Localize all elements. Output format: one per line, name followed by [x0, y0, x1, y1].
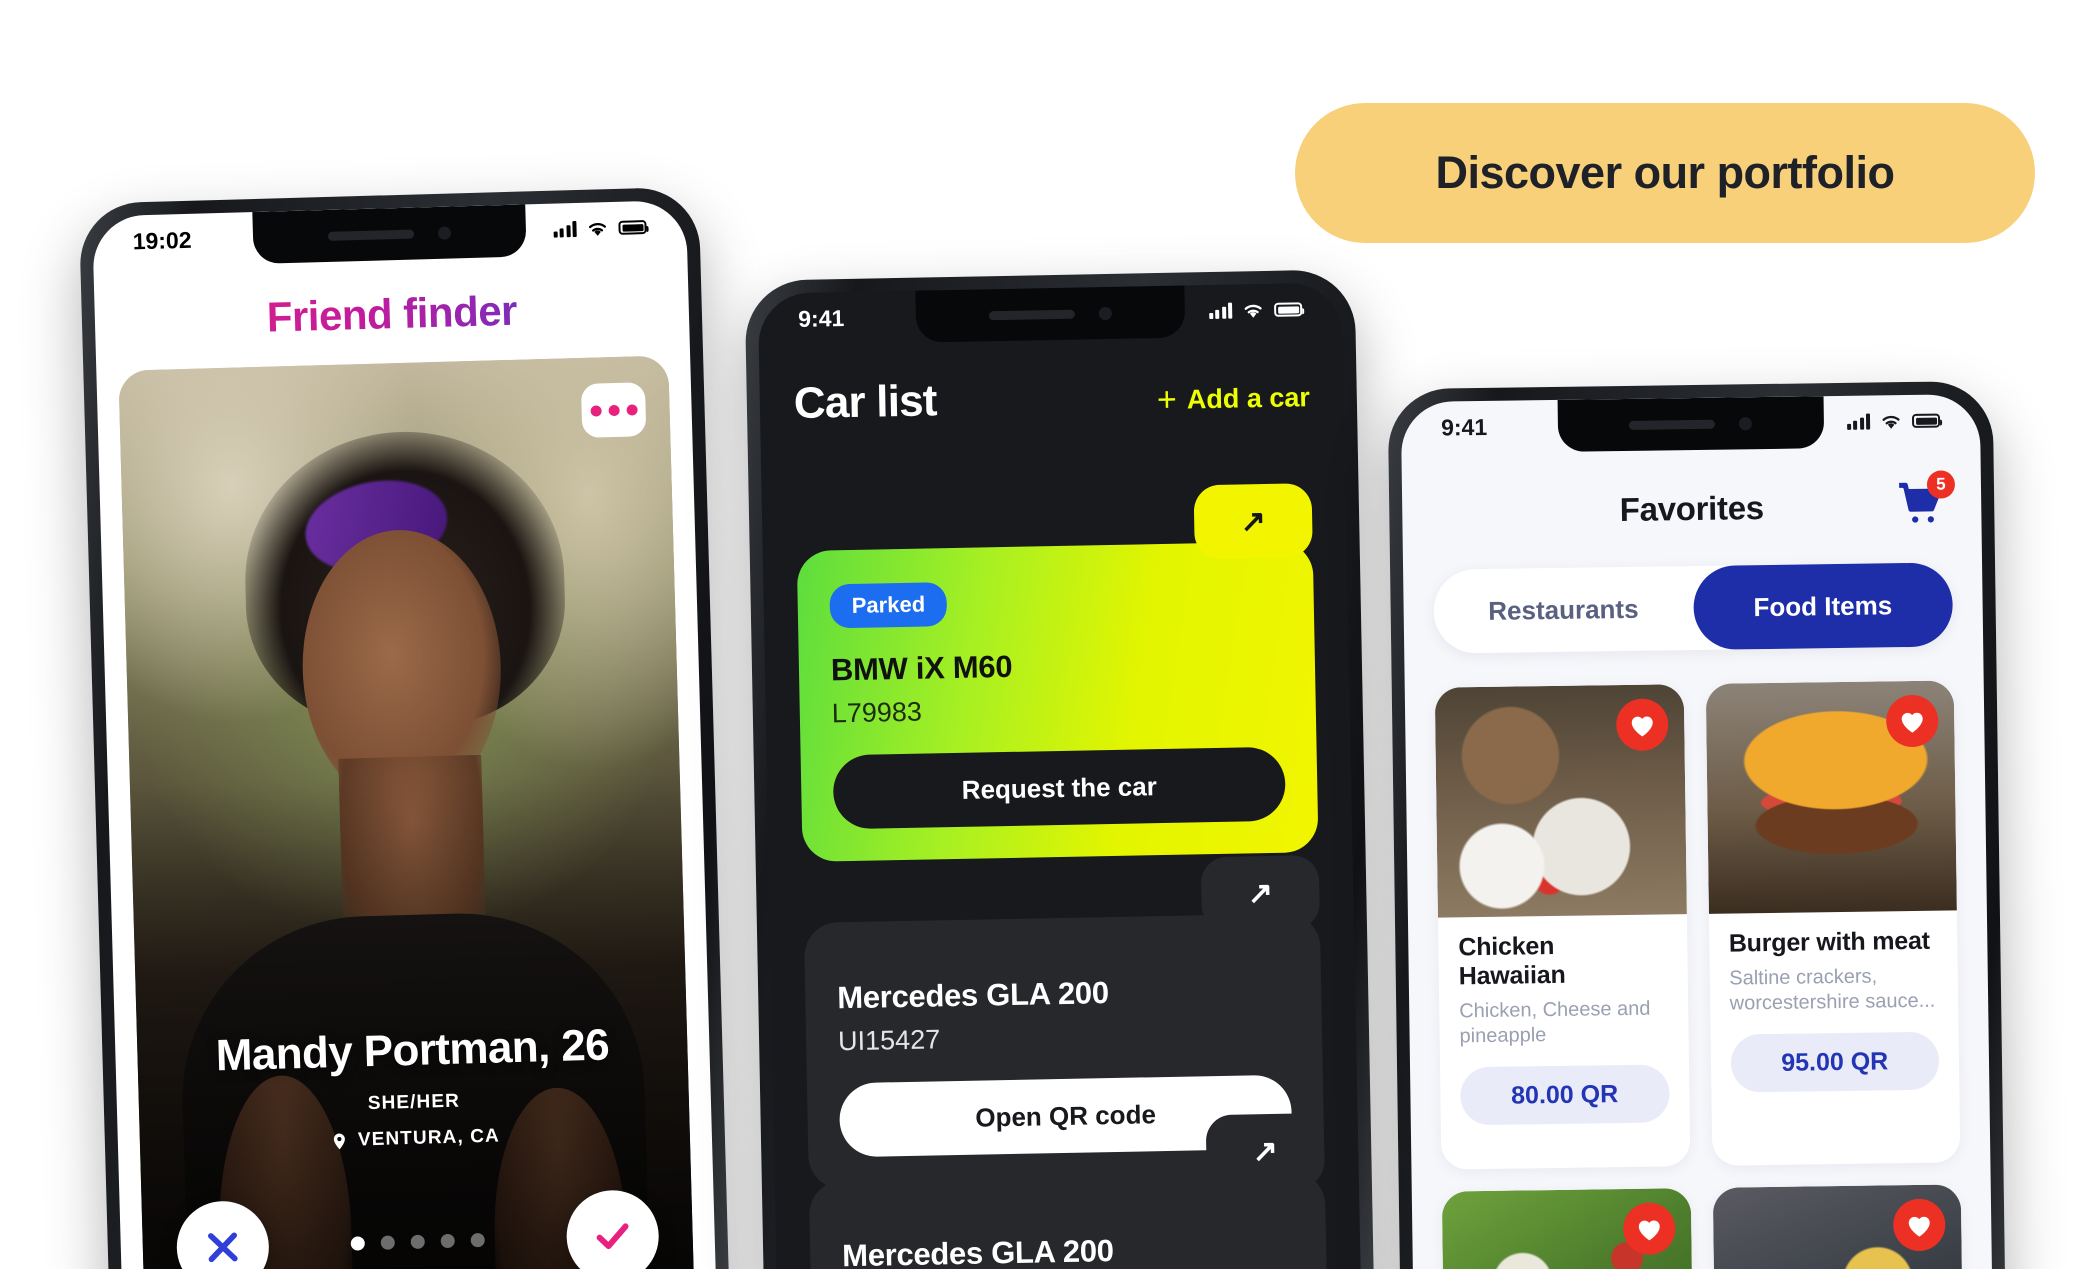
favorite-button[interactable]	[1892, 1198, 1946, 1252]
favorite-button[interactable]	[1885, 694, 1939, 748]
phone-favorites: 9:41 Favorites 5 Restaurants Food Items …	[1387, 380, 2008, 1269]
food-photo	[1441, 1188, 1694, 1269]
tab-food-items[interactable]: Food Items	[1692, 562, 1954, 651]
earpiece-speaker	[988, 309, 1075, 320]
battery-icon	[1911, 413, 1941, 428]
food-photo	[1712, 1184, 1964, 1269]
favorite-button[interactable]	[1615, 698, 1669, 752]
phone-screen: 9:41 Favorites 5 Restaurants Food Items …	[1400, 394, 1995, 1269]
food-grid: Chicken Hawaiian Chicken, Cheese and pin…	[1434, 680, 1965, 1269]
heart-icon	[1901, 712, 1923, 733]
reject-button[interactable]	[175, 1200, 271, 1269]
car-card[interactable]: ↗ Parked BMW iX M60 L79983 Request the c…	[796, 483, 1319, 862]
wifi-icon	[1244, 304, 1262, 318]
car-list-header: Car list + Add a car	[793, 369, 1310, 429]
car-plate: L79983	[831, 696, 923, 729]
food-card[interactable]: Chicken Hawaiian Chicken, Cheese and pin…	[1434, 684, 1690, 1170]
discover-portfolio-badge[interactable]: Discover our portfolio	[1295, 103, 2035, 243]
food-name: Burger with meat	[1728, 926, 1931, 958]
front-camera	[437, 226, 452, 240]
earpiece-speaker	[328, 229, 415, 241]
signal-bars-icon	[1208, 302, 1233, 320]
battery-icon	[618, 220, 647, 235]
food-card[interactable]: Burger with meat Saltine crackers, worce…	[1705, 680, 1961, 1166]
car-name: Mercedes GLA 200	[841, 1233, 1114, 1269]
food-description: Chicken, Cheese and pineapple	[1459, 997, 1651, 1048]
heart-icon	[1908, 1216, 1930, 1237]
profile-pronouns: SHE/HER	[367, 1090, 461, 1115]
food-price[interactable]: 95.00 QR	[1730, 1031, 1940, 1093]
status-time: 9:41	[797, 304, 845, 332]
battery-icon	[1274, 302, 1303, 317]
food-photo	[1705, 680, 1957, 914]
phone-car-list: 9:41 Car list + Add a car ↗ Parked BMW i…	[744, 269, 1376, 1269]
wifi-icon	[588, 222, 607, 236]
profile-info: Mandy Portman, 26 SHE/HER VENTURA, CA	[137, 1018, 690, 1157]
profile-card[interactable]: Mandy Portman, 26 SHE/HER VENTURA, CA	[118, 355, 696, 1269]
map-pin-icon	[333, 1133, 345, 1149]
food-info: Chicken Hawaiian Chicken, Cheese and pin…	[1438, 914, 1690, 1145]
cart-button[interactable]: 5	[1893, 470, 1956, 529]
food-photo	[1434, 684, 1687, 918]
showcase-canvas: Discover our portfolio 19:02 Friend find…	[0, 0, 2100, 1269]
tab-restaurants[interactable]: Restaurants	[1433, 566, 1694, 654]
device-notch	[252, 204, 527, 265]
food-name: Chicken Hawaiian	[1458, 932, 1566, 991]
status-icons	[553, 218, 647, 239]
page-title: Favorites	[1619, 489, 1765, 529]
swipe-actions	[142, 1188, 694, 1269]
signal-bars-icon	[1846, 413, 1871, 430]
profile-location-label: VENTURA, CA	[357, 1125, 501, 1151]
wifi-icon	[1882, 415, 1900, 429]
heart-icon	[1631, 716, 1653, 737]
food-card[interactable]	[1712, 1184, 1965, 1269]
check-icon	[596, 1223, 629, 1250]
favorite-button[interactable]	[1622, 1202, 1676, 1256]
plus-icon: +	[1156, 380, 1178, 420]
discover-portfolio-label: Discover our portfolio	[1435, 147, 1895, 198]
food-description: Saltine crackers, worcestershire sauce..…	[1729, 965, 1936, 1015]
car-name: BMW iX M60	[830, 648, 1013, 688]
food-card[interactable]	[1441, 1188, 1694, 1269]
phone-screen: 19:02 Friend finder Mandy Portman, 26 SH…	[92, 199, 718, 1269]
add-car-button[interactable]: + Add a car	[1156, 380, 1311, 420]
device-notch	[915, 285, 1185, 343]
car-card[interactable]: ↗ Mercedes GLA 200 UI15427 Open QR code	[808, 1112, 1330, 1269]
close-x-icon	[208, 1232, 238, 1263]
favorites-tabs: Restaurants Food Items	[1433, 562, 1954, 654]
page-title: Car list	[793, 376, 938, 429]
status-time: 9:41	[1440, 413, 1488, 441]
car-plate: UI15427	[837, 1024, 941, 1057]
photo-pagination[interactable]	[350, 1232, 485, 1251]
front-camera	[1738, 416, 1753, 430]
status-icons	[1846, 412, 1941, 431]
car-name: Mercedes GLA 200	[836, 975, 1110, 1016]
status-time: 19:02	[132, 226, 192, 254]
device-notch	[1557, 396, 1825, 452]
app-title: Friend finder	[94, 282, 689, 347]
more-options-icon[interactable]	[580, 382, 647, 438]
signal-bars-icon	[553, 220, 577, 238]
add-car-text: Add a car	[1186, 381, 1311, 414]
phone-friend-finder: 19:02 Friend finder Mandy Portman, 26 SH…	[78, 186, 732, 1269]
front-camera	[1098, 306, 1112, 320]
food-info: Burger with meat Saltine crackers, worce…	[1708, 910, 1959, 1112]
earpiece-speaker	[1629, 419, 1716, 430]
request-car-button[interactable]: Request the car	[832, 746, 1286, 830]
food-price[interactable]: 80.00 QR	[1460, 1064, 1670, 1126]
status-icons	[1208, 300, 1303, 320]
accept-button[interactable]	[565, 1189, 660, 1269]
phone-screen: 9:41 Car list + Add a car ↗ Parked BMW i…	[757, 282, 1363, 1269]
heart-icon	[1638, 1220, 1660, 1241]
status-badge: Parked	[829, 582, 948, 629]
